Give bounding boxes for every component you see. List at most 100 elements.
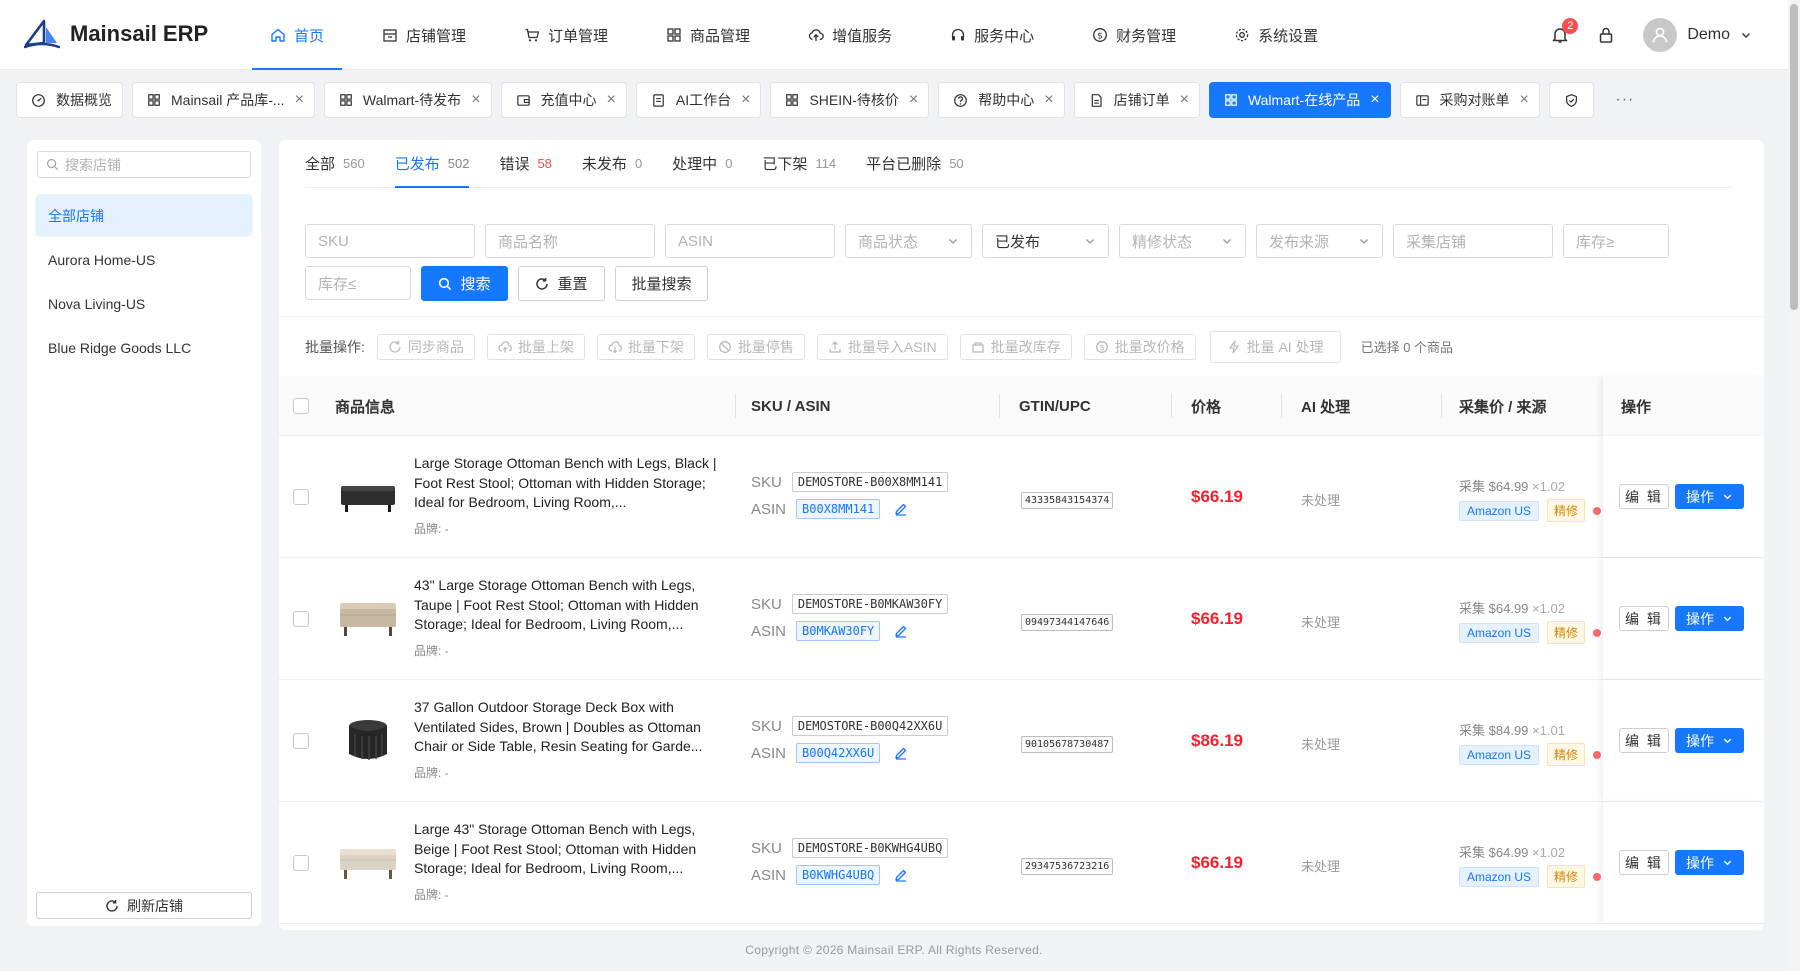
stock-min-input[interactable]: 库存≥ xyxy=(1563,224,1669,258)
status-tab-2[interactable]: 错误 58 xyxy=(499,140,551,187)
close-icon[interactable]: × xyxy=(1370,92,1379,108)
asin-value[interactable]: B0KWHG4UBQ xyxy=(796,865,881,885)
status-tab-1[interactable]: 已发布 502 xyxy=(394,140,469,188)
status-tab-0[interactable]: 全部 560 xyxy=(305,140,365,187)
store-item-1[interactable]: Aurora Home-US xyxy=(35,238,253,281)
nav-order-management[interactable]: 订单管理 xyxy=(506,0,626,70)
batch-action-4[interactable]: 批量导入ASIN xyxy=(816,333,948,360)
nav-home[interactable]: 首页 xyxy=(252,0,343,70)
tab-shield[interactable] xyxy=(1548,82,1594,118)
product-title[interactable]: Large Storage Ottoman Bench with Legs, B… xyxy=(414,454,719,513)
batch-search-button[interactable]: 批量搜索 xyxy=(615,266,708,301)
product-image[interactable] xyxy=(334,829,402,897)
stock-max-input[interactable]: 库存≤ xyxy=(305,266,411,300)
edit-button[interactable]: 编 辑 xyxy=(1619,850,1669,875)
select-all-checkbox[interactable] xyxy=(293,398,309,414)
publish-source-select[interactable]: 发布来源 xyxy=(1256,224,1383,258)
operate-dropdown-button[interactable]: 操作 xyxy=(1675,484,1744,509)
user-menu[interactable]: Demo xyxy=(1643,18,1752,52)
tabs-more-button[interactable]: ··· xyxy=(1603,82,1647,118)
store-item-2[interactable]: Nova Living-US xyxy=(35,282,253,325)
product-title[interactable]: Large 43" Storage Ottoman Bench with Leg… xyxy=(414,820,719,879)
edit-pencil-icon[interactable] xyxy=(894,624,908,638)
row-checkbox[interactable] xyxy=(293,733,309,749)
status-tab-4[interactable]: 处理中 0 xyxy=(672,140,732,187)
notification-button[interactable]: 2 xyxy=(1551,18,1579,44)
tab-3[interactable]: 充值中心 × xyxy=(500,82,627,118)
reset-button[interactable]: 重置 xyxy=(518,266,605,301)
nav-product-management[interactable]: 商品管理 xyxy=(648,0,768,70)
edit-button[interactable]: 编 辑 xyxy=(1619,484,1669,509)
close-icon[interactable]: × xyxy=(295,92,304,108)
product-title[interactable]: 37 Gallon Outdoor Storage Deck Box with … xyxy=(414,698,719,757)
close-icon[interactable]: × xyxy=(909,92,918,108)
close-icon[interactable]: × xyxy=(471,92,480,108)
nav-finance[interactable]: $ 财务管理 xyxy=(1074,0,1194,70)
page-scrollbar-thumb[interactable] xyxy=(1790,4,1798,310)
sku-value[interactable]: DEMOSTORE-B00Q42XX6U xyxy=(791,716,949,736)
close-icon[interactable]: × xyxy=(1180,92,1189,108)
batch-ai-button[interactable]: 批量 AI 处理 xyxy=(1209,330,1341,363)
asin-value[interactable]: B0MKAW30FY xyxy=(796,621,881,641)
asin-filter-input[interactable]: ASIN xyxy=(665,224,835,258)
batch-action-1[interactable]: 批量上架 xyxy=(486,333,585,360)
page-scrollbar[interactable] xyxy=(1788,0,1800,971)
batch-action-3[interactable]: 批量停售 xyxy=(706,333,805,360)
batch-action-5[interactable]: 批量改库存 xyxy=(959,333,1072,360)
tab-5[interactable]: SHEIN-待核价 × xyxy=(770,82,930,118)
edit-pencil-icon[interactable] xyxy=(894,502,908,516)
edit-pencil-icon[interactable] xyxy=(894,868,908,882)
nav-settings[interactable]: 系统设置 xyxy=(1216,0,1336,70)
row-checkbox[interactable] xyxy=(293,855,309,871)
row-checkbox[interactable] xyxy=(293,611,309,627)
sku-value[interactable]: DEMOSTORE-B0MKAW30FY xyxy=(791,594,949,614)
status-tab-6[interactable]: 平台已删除 50 xyxy=(866,140,963,187)
row-checkbox[interactable] xyxy=(293,489,309,505)
store-item-3[interactable]: Blue Ridge Goods LLC xyxy=(35,326,253,369)
product-image[interactable] xyxy=(334,707,402,775)
asin-value[interactable]: B00Q42XX6U xyxy=(796,743,881,763)
collect-store-input[interactable]: 采集店铺 xyxy=(1393,224,1553,258)
close-icon[interactable]: × xyxy=(741,92,750,108)
asin-value[interactable]: B00X8MM141 xyxy=(796,499,881,519)
batch-action-2[interactable]: 批量下架 xyxy=(596,333,695,360)
tab-9[interactable]: 采购对账单 × xyxy=(1399,82,1540,118)
close-icon[interactable]: × xyxy=(1520,92,1529,108)
sku-value[interactable]: DEMOSTORE-B00X8MM141 xyxy=(791,472,949,492)
nav-store-management[interactable]: 店铺管理 xyxy=(364,0,484,70)
edit-pencil-icon[interactable] xyxy=(894,746,908,760)
product-image[interactable] xyxy=(334,585,402,653)
batch-action-0[interactable]: 同步商品 xyxy=(376,333,475,360)
tab-6[interactable]: 帮助中心 × xyxy=(938,82,1065,118)
nav-service-center[interactable]: 服务中心 xyxy=(932,0,1052,70)
operate-dropdown-button[interactable]: 操作 xyxy=(1675,850,1744,875)
status-tab-3[interactable]: 未发布 0 xyxy=(582,140,642,187)
close-icon[interactable]: × xyxy=(607,92,616,108)
tab-8[interactable]: Walmart-在线产品 × xyxy=(1208,82,1391,118)
app-logo[interactable]: Mainsail ERP xyxy=(24,16,208,52)
product-title[interactable]: 43" Large Storage Ottoman Bench with Leg… xyxy=(414,576,719,635)
edit-button[interactable]: 编 辑 xyxy=(1619,606,1669,631)
batch-action-6[interactable]: $ 批量改价格 xyxy=(1083,333,1196,360)
tab-2[interactable]: Walmart-待发布 × xyxy=(323,82,492,118)
publish-status-select[interactable]: 已发布 xyxy=(982,224,1109,258)
sku-value[interactable]: DEMOSTORE-B0KWHG4UBQ xyxy=(791,838,949,858)
status-tab-5[interactable]: 已下架 114 xyxy=(762,140,836,187)
lock-icon[interactable] xyxy=(1597,26,1615,44)
operate-dropdown-button[interactable]: 操作 xyxy=(1675,728,1744,753)
store-search-input[interactable]: 搜索店铺 xyxy=(37,151,251,178)
operate-dropdown-button[interactable]: 操作 xyxy=(1675,606,1744,631)
tab-7[interactable]: 店铺订单 × xyxy=(1073,82,1200,118)
sku-filter-input[interactable]: SKU xyxy=(305,224,475,258)
nav-value-added[interactable]: 增值服务 xyxy=(790,0,910,70)
edit-button[interactable]: 编 辑 xyxy=(1619,728,1669,753)
name-filter-input[interactable]: 商品名称 xyxy=(485,224,655,258)
close-icon[interactable]: × xyxy=(1044,92,1053,108)
refine-status-select[interactable]: 精修状态 xyxy=(1119,224,1246,258)
product-status-select[interactable]: 商品状态 xyxy=(845,224,972,258)
tab-0[interactable]: 数据概览 xyxy=(16,82,123,118)
search-button[interactable]: 搜索 xyxy=(421,266,508,301)
tab-4[interactable]: AI工作台 × xyxy=(635,82,762,118)
tab-1[interactable]: Mainsail 产品库-... × xyxy=(132,82,315,118)
product-image[interactable] xyxy=(334,463,402,531)
